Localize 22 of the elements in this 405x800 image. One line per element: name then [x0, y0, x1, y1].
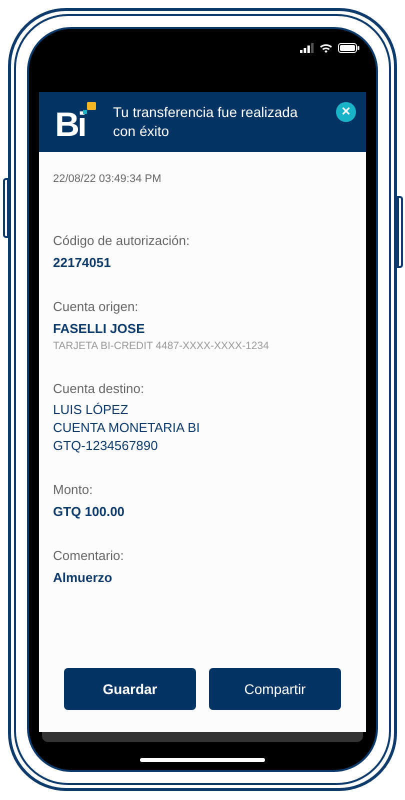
- wifi-icon: [319, 43, 333, 53]
- signal-icon: [300, 43, 314, 53]
- field-detail: TARJETA BI-CREDIT 4487-XXXX-XXXX-1234: [53, 339, 270, 354]
- field-label: Monto:: [53, 481, 94, 499]
- field-value: FASELLI JOSE: [53, 320, 146, 338]
- field-label: Código de autorización:: [53, 232, 191, 250]
- field-value: Almuerzo: [53, 569, 114, 587]
- bank-logo: Bi: [55, 108, 85, 142]
- field-label: Cuenta origen:: [53, 298, 140, 316]
- field-value: 22174051: [53, 254, 112, 272]
- field-label: Comentario:: [53, 547, 125, 565]
- action-button[interactable]: Compartir: [209, 668, 341, 710]
- action-button[interactable]: Guardar: [64, 668, 196, 710]
- field-value: CUENTA MONETARIA BI: [53, 419, 201, 437]
- field-value: GTQ-1234567890: [53, 437, 159, 455]
- field-label: Cuenta destino:: [53, 380, 146, 398]
- field-value: GTQ 100.00: [53, 503, 126, 521]
- battery-icon: [338, 43, 360, 53]
- logo-squares-icon: [83, 102, 97, 116]
- timestamp: 22/08/22 03:49:34 PM: [53, 172, 162, 186]
- success-title: Tu transferencia fue realizada con éxito: [113, 103, 299, 141]
- field-value: LUIS LÓPEZ: [53, 401, 130, 419]
